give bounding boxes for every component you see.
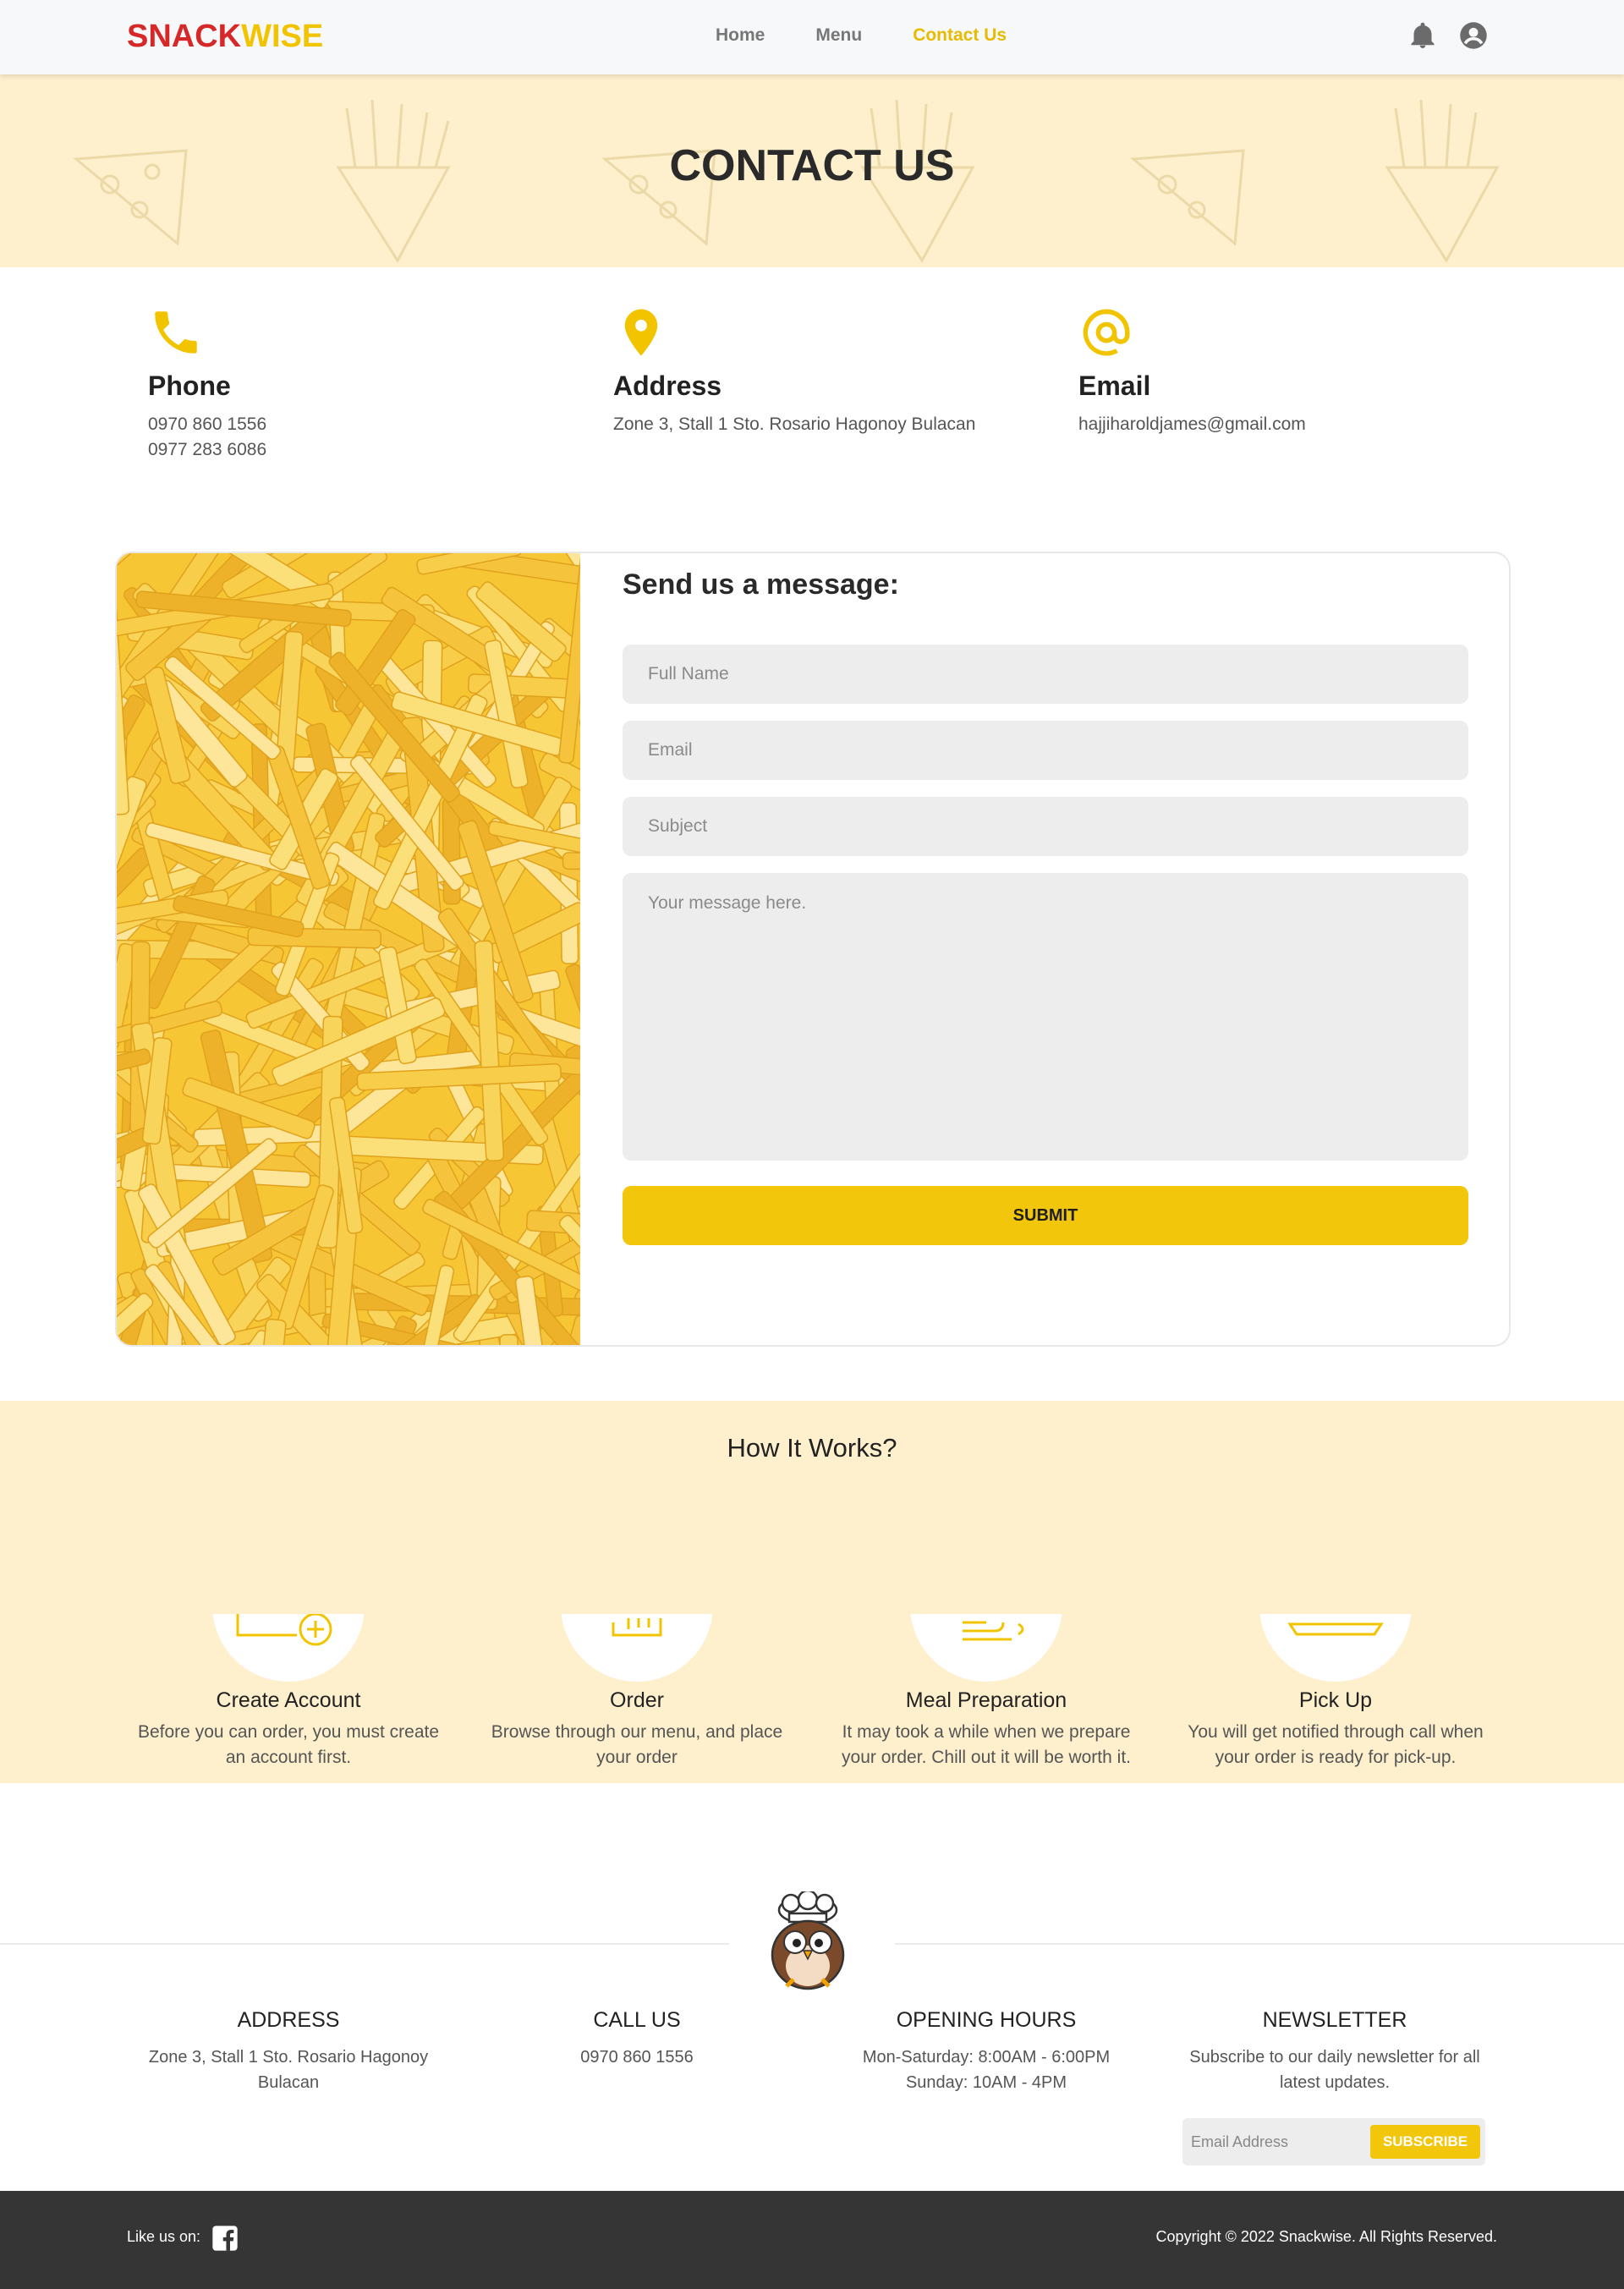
footer-phone[interactable]: 0970 860 1556 <box>580 2048 693 2067</box>
footer-divider-right <box>895 1943 1624 1945</box>
step-desc-line: Before you can order, you must create <box>137 1722 440 1742</box>
step-title: Pick Up <box>1298 1688 1373 1712</box>
step-title: Order <box>610 1688 664 1712</box>
brand-logo[interactable]: SNACKWISE <box>127 19 323 55</box>
footer-call-title: CALL US <box>593 2008 681 2032</box>
nav-link-menu[interactable]: Menu <box>815 25 862 46</box>
message-textarea[interactable] <box>623 873 1468 1161</box>
user-circle-icon[interactable] <box>1458 20 1489 51</box>
step-desc-line: It may took a while when we prepare <box>842 1722 1131 1742</box>
contact-phone: Phone 0970 860 1556 0977 283 6086 <box>148 305 537 463</box>
email-heading: Email <box>1078 371 1151 401</box>
hero-banner: CONTACT US <box>0 74 1624 267</box>
subscribe-button[interactable]: SUBSCRIBE <box>1370 2125 1480 2159</box>
footer-hours-line: Mon-Saturday: 8:00AM - 6:00PM <box>862 2048 1111 2067</box>
full-name-input[interactable] <box>623 645 1468 704</box>
footer-address-line: Zone 3, Stall 1 Sto. Rosario Hagonoy <box>148 2048 429 2067</box>
owl-chef-mascot-icon <box>761 1889 854 1993</box>
footer-newsletter-line: latest updates. <box>1279 2073 1391 2092</box>
step-desc-line: You will get notified through call when <box>1188 1722 1484 1742</box>
logo-part-snack: SNACK <box>127 19 242 54</box>
map-pin-icon <box>613 305 669 360</box>
contact-email: Email hajjiharoldjames@gmail.com <box>1078 305 1468 437</box>
footer-newsletter-title: NEWSLETTER <box>1262 2008 1407 2032</box>
bell-icon[interactable] <box>1407 20 1438 51</box>
like-us-label: Like us on: <box>127 2228 201 2245</box>
contact-form-card: Send us a message: SUBMIT <box>115 552 1511 1347</box>
step-title: Create Account <box>216 1688 361 1712</box>
navbar: SNACKWISE Home Menu Contact Us <box>0 0 1624 74</box>
nav-link-home[interactable]: Home <box>716 25 765 46</box>
facebook-icon[interactable] <box>211 2225 239 2252</box>
email-address-text[interactable]: hajjiharoldjames@gmail.com <box>1078 414 1306 434</box>
footer-hours-title: OPENING HOURS <box>896 2008 1077 2032</box>
address-text: Zone 3, Stall 1 Sto. Rosario Hagonoy Bul… <box>613 414 976 434</box>
step-create-account: Create Account Before you can order, you… <box>119 1529 458 1770</box>
phone-heading: Phone <box>148 371 231 401</box>
phone-number-1[interactable]: 0970 860 1556 <box>148 414 266 434</box>
phone-number-2[interactable]: 0977 283 6086 <box>148 440 266 459</box>
phone-icon <box>148 305 204 360</box>
page-title: CONTACT US <box>669 141 955 190</box>
footer-hours-line: Sunday: 10AM - 4PM <box>905 2073 1067 2092</box>
footer-address-line: Bulacan <box>257 2073 320 2092</box>
footer-address-title: ADDRESS <box>237 2008 340 2032</box>
how-it-works-section: Create Account Before you can order, you… <box>0 1401 1624 1783</box>
address-heading: Address <box>613 371 722 401</box>
nav-links: Home Menu Contact Us <box>716 25 1057 46</box>
subject-input[interactable] <box>623 797 1468 856</box>
step-pick-up: Pick Up You will get notified through ca… <box>1166 1529 1505 1770</box>
footer-opening-hours: OPENING HOURS Mon-Saturday: 8:00AM - 6:0… <box>809 2008 1164 2095</box>
logo-part-wise: WISE <box>241 19 324 54</box>
step-desc-line: Browse through our menu, and place <box>491 1722 783 1742</box>
form-title: Send us a message: <box>623 568 899 601</box>
step-desc-line: your order is ready for pick-up. <box>1215 1748 1457 1767</box>
how-it-works-title: How It Works? <box>727 1433 897 1463</box>
step-desc-line: your order <box>596 1748 678 1767</box>
step-order: Order Browse through our menu, and place… <box>468 1529 806 1770</box>
footer-newsletter: NEWSLETTER Subscribe to our daily newsle… <box>1157 2008 1512 2095</box>
newsletter-email-input[interactable] <box>1191 2128 1360 2155</box>
nav-link-contact-us[interactable]: Contact Us <box>913 25 1007 46</box>
bottom-bar: Like us on: Copyright © 2022 Snackwise. … <box>0 2191 1624 2289</box>
email-input[interactable] <box>623 721 1468 780</box>
step-desc-line: your order. Chill out it will be worth i… <box>842 1748 1131 1767</box>
step-title: Meal Preparation <box>905 1688 1067 1712</box>
newsletter-form: SUBSCRIBE <box>1182 2118 1485 2165</box>
footer-call-us: CALL US 0970 860 1556 <box>459 2008 815 2070</box>
copyright-text: Copyright © 2022 Snackwise. All Rights R… <box>1155 2228 1497 2245</box>
contact-address: Address Zone 3, Stall 1 Sto. Rosario Hag… <box>613 305 1002 437</box>
nav-icons <box>1407 20 1489 51</box>
footer-newsletter-line: Subscribe to our daily newsletter for al… <box>1189 2048 1480 2067</box>
step-meal-preparation: Meal Preparation It may took a while whe… <box>817 1529 1155 1770</box>
footer-divider-left <box>0 1943 729 1945</box>
fries-image <box>117 553 580 1345</box>
submit-button[interactable]: SUBMIT <box>623 1186 1468 1245</box>
at-sign-icon <box>1078 305 1134 360</box>
footer-address: ADDRESS Zone 3, Stall 1 Sto. Rosario Hag… <box>111 2008 466 2095</box>
step-desc-line: an account first. <box>225 1748 352 1767</box>
